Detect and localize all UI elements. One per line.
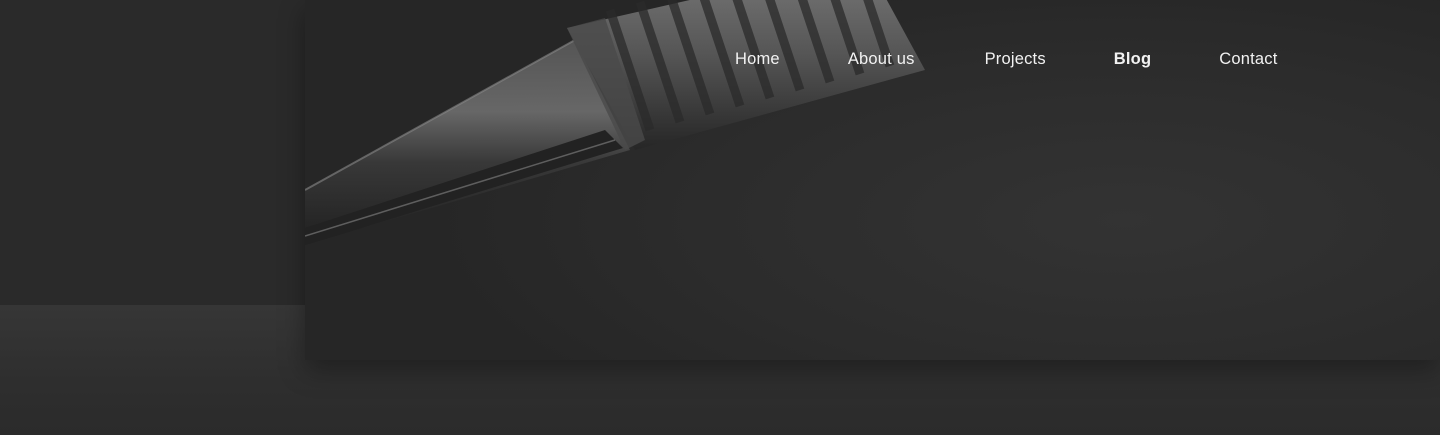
nav-link-projects[interactable]: Projects: [985, 47, 1046, 71]
page: Home About us Projects Blog Contact: [0, 0, 1440, 435]
nav-link-home[interactable]: Home: [735, 47, 780, 71]
left-panel: [0, 0, 305, 305]
nav-link-about-us[interactable]: About us: [848, 47, 915, 71]
main-nav: Home About us Projects Blog Contact: [735, 47, 1278, 71]
nav-link-contact[interactable]: Contact: [1219, 47, 1277, 71]
nav-link-blog[interactable]: Blog: [1114, 47, 1151, 71]
